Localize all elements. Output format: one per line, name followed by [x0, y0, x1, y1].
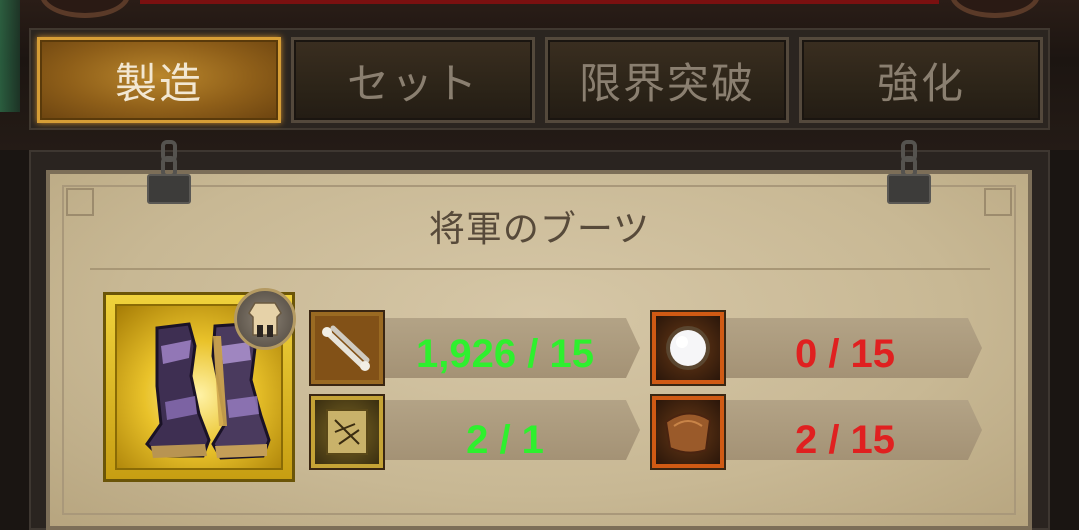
tab-set[interactable]: セット	[291, 37, 535, 123]
item-name: 将軍のブーツ	[428, 209, 651, 250]
tab-craft[interactable]: 製造	[37, 37, 281, 123]
material-count-pearl: 0 / 15	[794, 331, 896, 376]
tab-enhance-label: 強化	[876, 58, 965, 108]
background-edge	[0, 0, 20, 112]
material-slot-pearl[interactable]	[652, 312, 724, 384]
material-count-recipe: 2 / 1	[466, 417, 544, 462]
pearl-icon	[666, 326, 710, 370]
bones-icon	[315, 316, 379, 380]
armor-slot-icon	[234, 288, 296, 350]
material-count-bones: 1,926 / 15	[416, 331, 594, 376]
tab-set-label: セット	[346, 58, 479, 108]
top-decoration	[140, 0, 939, 4]
chain-left-icon	[147, 140, 191, 204]
tab-enhance[interactable]: 強化	[799, 37, 1043, 123]
leather-icon	[664, 412, 712, 454]
tab-limit-break-label: 限界突破	[578, 58, 755, 108]
material-count-leather: 2 / 15	[794, 417, 896, 462]
tab-craft-label: 製造	[114, 58, 203, 108]
recipe-scroll-icon	[326, 409, 368, 455]
title-divider	[90, 268, 990, 270]
material-slot-leather[interactable]	[652, 396, 724, 468]
tab-limit-break[interactable]: 限界突破	[545, 37, 789, 123]
material-slot-recipe[interactable]	[311, 396, 383, 468]
material-slot-bones[interactable]	[311, 312, 383, 384]
chain-right-icon	[887, 140, 931, 204]
tab-bar: 製造 セット 限界突破 強化	[29, 28, 1050, 130]
